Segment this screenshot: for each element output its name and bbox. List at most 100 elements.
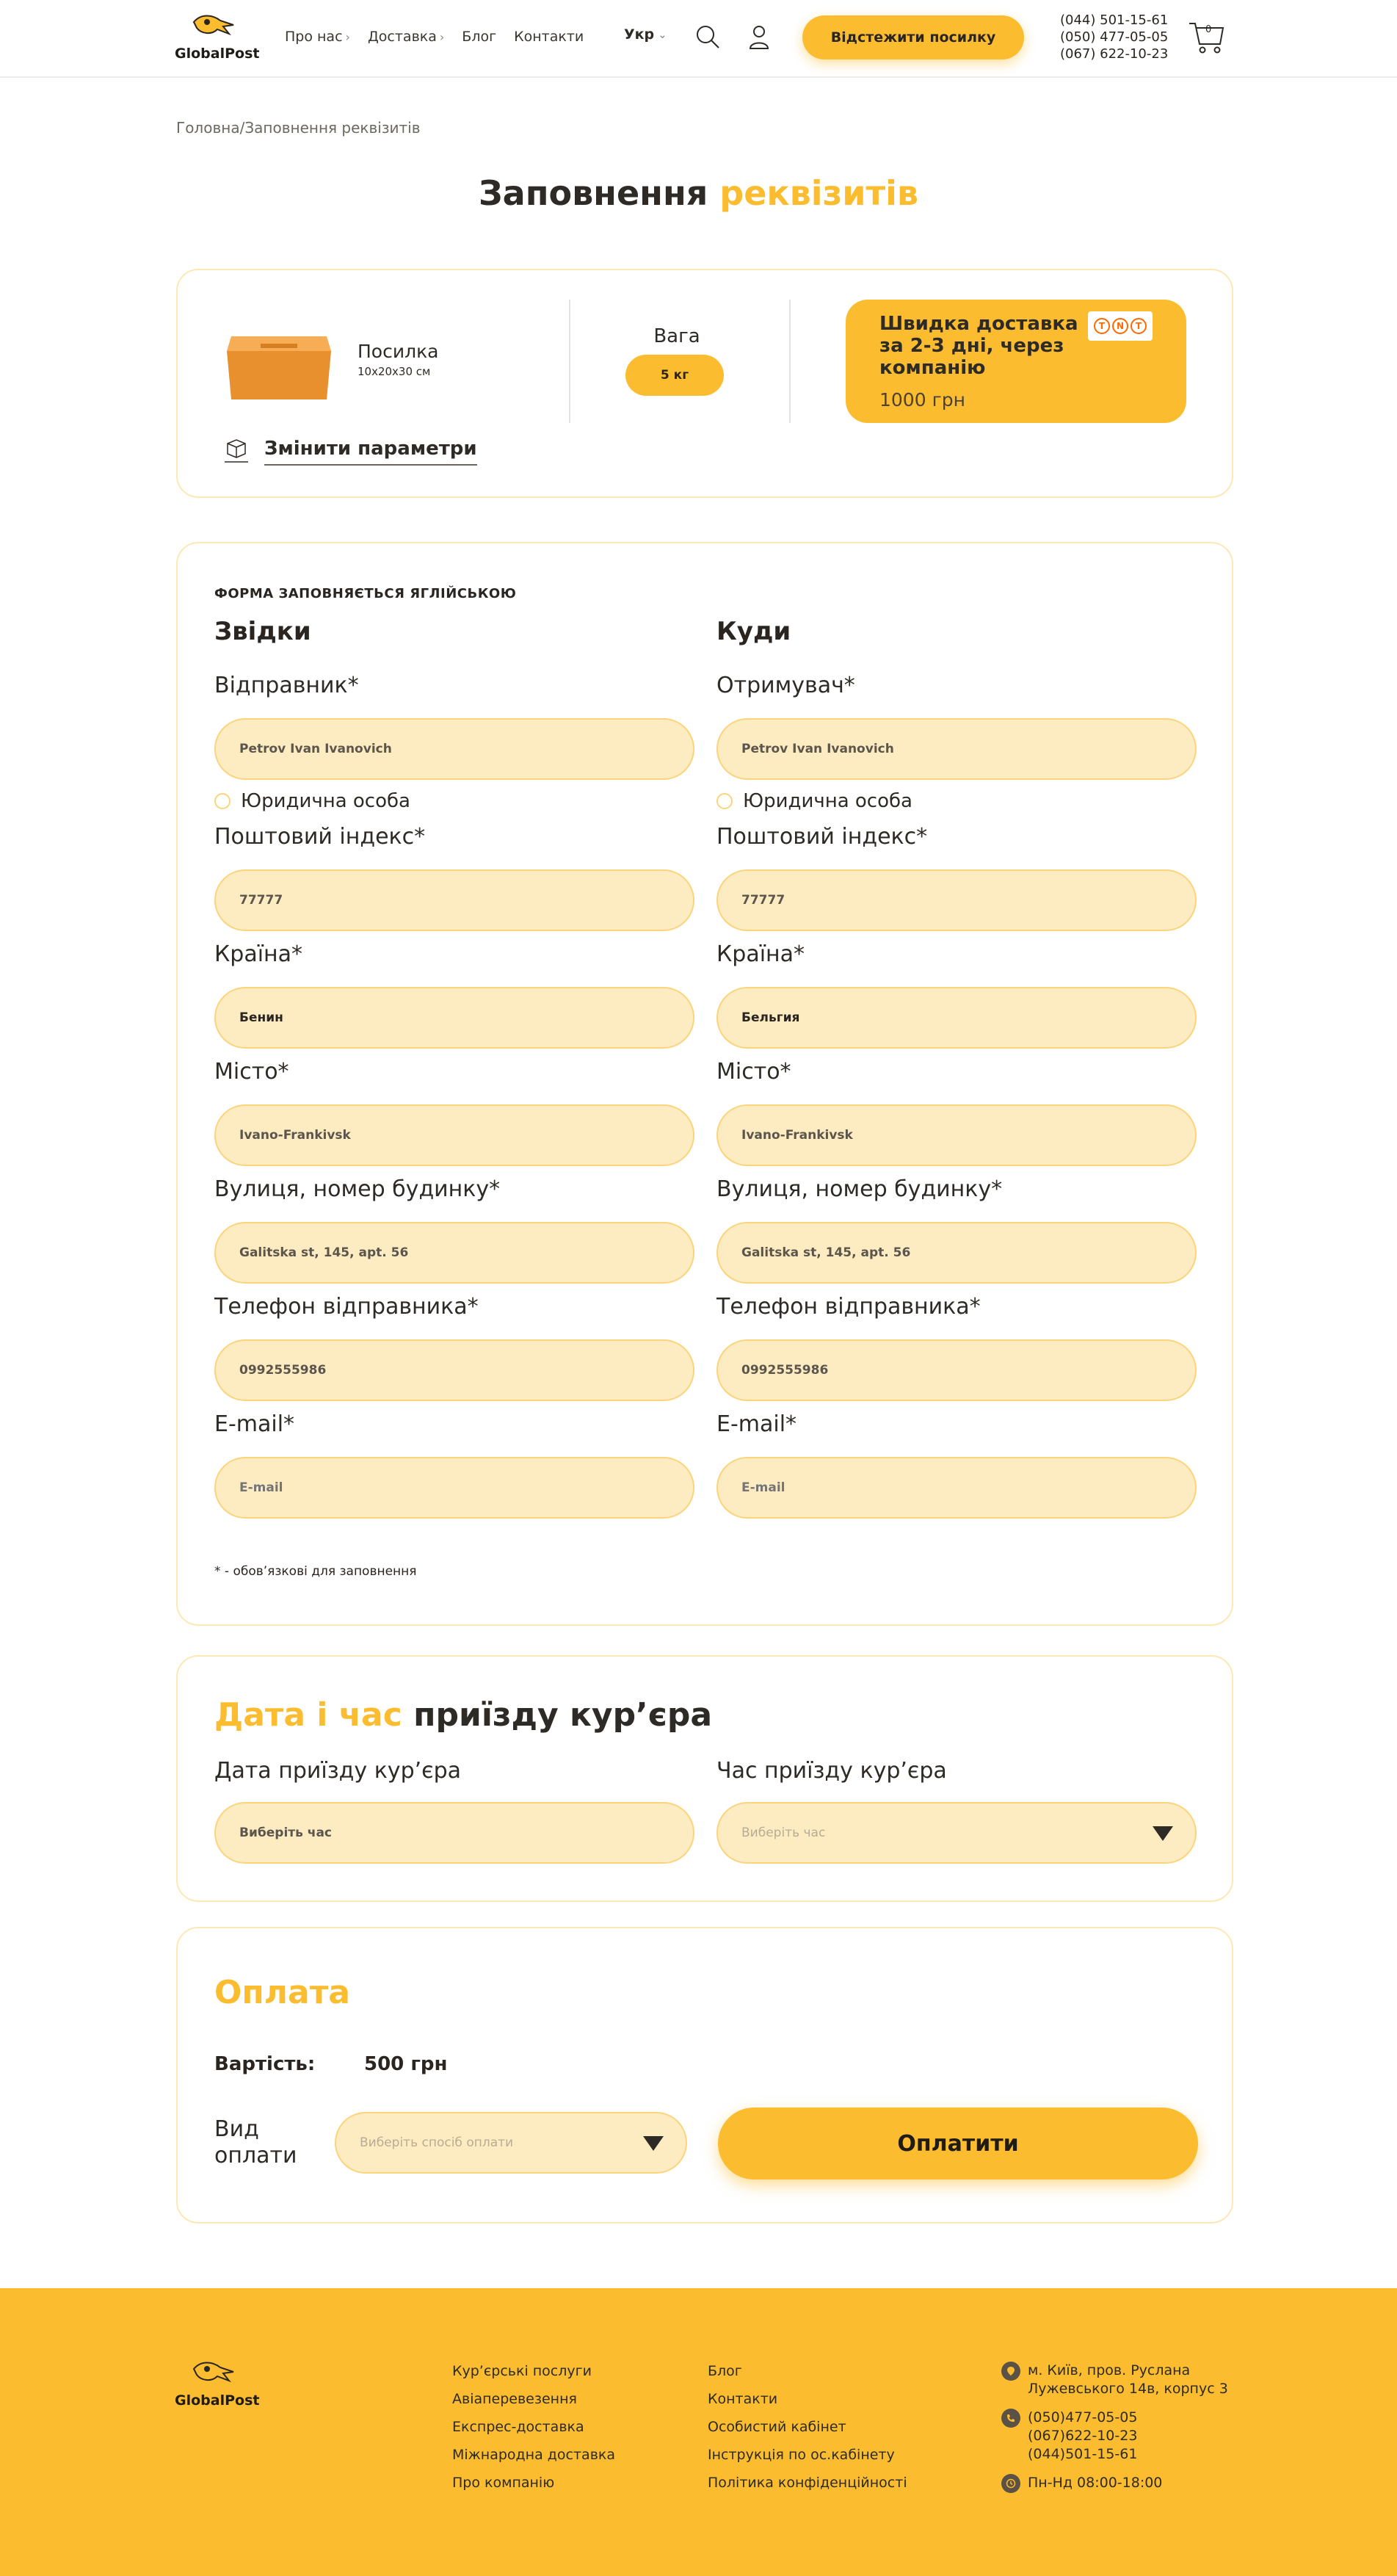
phone-link[interactable]: (050)477-05-05 bbox=[1028, 2409, 1137, 2427]
breadcrumb-current: Заповнення реквізитів bbox=[244, 119, 421, 137]
radio-button[interactable] bbox=[214, 793, 231, 809]
language-selector[interactable]: Укр ⌄ bbox=[624, 26, 667, 43]
sender-city-input[interactable] bbox=[214, 1104, 694, 1166]
nav-item-label: Про нас bbox=[285, 29, 343, 45]
phone-link[interactable]: (044) 501-15-61 bbox=[1060, 12, 1168, 29]
footer-link[interactable]: Кур’єрські послуги bbox=[452, 2363, 615, 2380]
sender-input[interactable] bbox=[214, 718, 694, 780]
footer-link[interactable]: Про компанію bbox=[452, 2475, 615, 2492]
sender-label: Відправник* bbox=[214, 673, 359, 698]
nav-item-blog[interactable]: Блог bbox=[462, 29, 496, 45]
main-nav: Про нас › Доставка › Блог Контакти bbox=[285, 26, 601, 47]
breadcrumb-separator: / bbox=[239, 119, 245, 137]
phone-link[interactable]: (067) 622-10-23 bbox=[1060, 46, 1168, 62]
sender-zip-input[interactable] bbox=[214, 869, 694, 931]
carrier-logo: TNT bbox=[1088, 311, 1153, 341]
delivery-title: Швидка доставка за 2-3 дні, через компан… bbox=[879, 313, 1078, 379]
nav-item-delivery[interactable]: Доставка › bbox=[368, 29, 444, 45]
site-header: GlobalPost Про нас › Доставка › Блог Конта… bbox=[0, 0, 1397, 78]
footer-link[interactable]: Інструкція по ос.кабінету bbox=[708, 2447, 907, 2464]
cost-value: 500 грн bbox=[364, 2053, 448, 2075]
form-note: ФОРМА ЗАПОВНЯЄТЬСЯ ЯГЛІЙСЬКОЮ bbox=[214, 586, 517, 601]
user-icon bbox=[749, 26, 769, 49]
sender-street-input[interactable] bbox=[214, 1222, 694, 1284]
recipient-street-label: Вулиця, номер будинку* bbox=[716, 1176, 1003, 1202]
logo-bird-icon bbox=[192, 2362, 234, 2383]
recipient-city-label: Місто* bbox=[716, 1059, 791, 1085]
footer-contacts: м. Київ, пров. Руслана Лужевського 14в, … bbox=[1001, 2362, 1233, 2503]
breadcrumb: Головна / Заповнення реквізитів bbox=[176, 119, 420, 137]
footer-link[interactable]: Контакти bbox=[708, 2391, 907, 2408]
sender-legal-entity[interactable]: Юридична особа bbox=[214, 790, 410, 812]
recipient-country-input[interactable] bbox=[716, 987, 1197, 1049]
payment-method-label: Вид оплати bbox=[214, 2116, 297, 2168]
track-parcel-button[interactable]: Відстежити посилку bbox=[802, 15, 1024, 59]
footer-link[interactable]: Блог bbox=[708, 2363, 907, 2380]
courier-date-input[interactable] bbox=[214, 1802, 694, 1864]
dropdown-arrow-icon bbox=[1153, 1826, 1173, 1841]
change-params-link[interactable]: Змінити параметри bbox=[222, 438, 477, 466]
nav-item-about[interactable]: Про нас › bbox=[285, 29, 350, 45]
divider bbox=[789, 300, 791, 423]
footer-logo[interactable]: GlobalPost bbox=[175, 2359, 260, 2413]
logo[interactable]: GlobalPost bbox=[175, 12, 260, 66]
parcel-box-icon bbox=[227, 336, 331, 399]
sender-city-label: Місто* bbox=[214, 1059, 289, 1085]
phone-icon bbox=[1001, 2409, 1020, 2428]
footer-link[interactable]: Експрес-доставка bbox=[452, 2419, 615, 2436]
footer-link[interactable]: Особистий кабінет bbox=[708, 2419, 907, 2436]
delivery-option-card[interactable]: Швидка доставка за 2-3 дні, через компан… bbox=[846, 300, 1186, 423]
recipient-zip-input[interactable] bbox=[716, 869, 1197, 931]
page-title: Заповнення реквізитів bbox=[0, 173, 1397, 213]
account-button[interactable] bbox=[744, 22, 774, 51]
logo-text: GlobalPost bbox=[175, 46, 260, 62]
footer-phone-list: (050)477-05-05 (067)622-10-23 (044)501-1… bbox=[1028, 2409, 1137, 2464]
recipient-input[interactable] bbox=[716, 718, 1197, 780]
courier-time-select[interactable]: Виберіть час bbox=[716, 1802, 1197, 1864]
site-footer: GlobalPost Кур’єрські послуги Авіапереве… bbox=[0, 2288, 1397, 2576]
recipient-city-input[interactable] bbox=[716, 1104, 1197, 1166]
pay-button[interactable]: Оплатити bbox=[718, 2108, 1198, 2179]
courier-time-label: Час приїзду кур’єра bbox=[716, 1758, 947, 1784]
delivery-price: 1000 грн bbox=[879, 389, 965, 410]
cost-label: Вартість: bbox=[214, 2053, 316, 2075]
radio-button[interactable] bbox=[716, 793, 733, 809]
payment-card: Оплата Вартість: 500 грн Вид оплати Вибе… bbox=[176, 1927, 1233, 2224]
payment-method-placeholder: Виберіть спосіб оплати bbox=[360, 2135, 514, 2150]
footer-link[interactable]: Міжнародна доставка bbox=[452, 2447, 615, 2464]
weight-value: 5 кг bbox=[625, 355, 724, 396]
page-title-text: Заповнення bbox=[478, 173, 708, 213]
parcel-dimensions: 10x20x30 см bbox=[358, 365, 431, 378]
divider bbox=[569, 300, 570, 423]
logo-text: GlobalPost bbox=[175, 2392, 260, 2409]
recipient-phone-input[interactable] bbox=[716, 1339, 1197, 1401]
language-label: Укр bbox=[624, 26, 655, 43]
clock-icon bbox=[1001, 2474, 1020, 2493]
cart-button[interactable]: 0 bbox=[1188, 19, 1226, 57]
phone-link[interactable]: (044)501-15-61 bbox=[1028, 2445, 1137, 2464]
page-title-accent: реквізитів bbox=[719, 173, 919, 213]
recipient-email-input[interactable] bbox=[716, 1457, 1197, 1519]
sender-email-input[interactable] bbox=[214, 1457, 694, 1519]
sender-country-input[interactable] bbox=[214, 987, 694, 1049]
chevron-right-icon: › bbox=[439, 29, 445, 44]
recipient-phone-label: Телефон відправника* bbox=[716, 1294, 981, 1320]
sender-phone-input[interactable] bbox=[214, 1339, 694, 1401]
courier-title: Дата і час приїзду кур’єра bbox=[214, 1696, 712, 1734]
phone-link[interactable]: (050) 477-05-05 bbox=[1060, 29, 1168, 46]
recipient-legal-entity[interactable]: Юридична особа bbox=[716, 790, 912, 812]
search-button[interactable] bbox=[693, 22, 722, 51]
payment-method-select[interactable]: Виберіть спосіб оплати bbox=[335, 2112, 687, 2174]
sender-country-label: Країна* bbox=[214, 941, 303, 967]
box-settings-icon bbox=[225, 439, 248, 463]
courier-date-label: Дата приїзду кур’єра bbox=[214, 1758, 462, 1784]
nav-item-contacts[interactable]: Контакти bbox=[514, 29, 584, 45]
footer-services-links: Кур’єрські послуги Авіаперевезення Експр… bbox=[452, 2363, 615, 2492]
phone-link[interactable]: (067)622-10-23 bbox=[1028, 2427, 1137, 2445]
breadcrumb-home[interactable]: Головна bbox=[176, 119, 240, 137]
footer-link[interactable]: Політика конфіденційності bbox=[708, 2475, 907, 2492]
recipient-street-input[interactable] bbox=[716, 1222, 1197, 1284]
footer-link[interactable]: Авіаперевезення bbox=[452, 2391, 615, 2408]
parcel-name: Посилка bbox=[358, 341, 439, 362]
recipient-country-label: Країна* bbox=[716, 941, 805, 967]
